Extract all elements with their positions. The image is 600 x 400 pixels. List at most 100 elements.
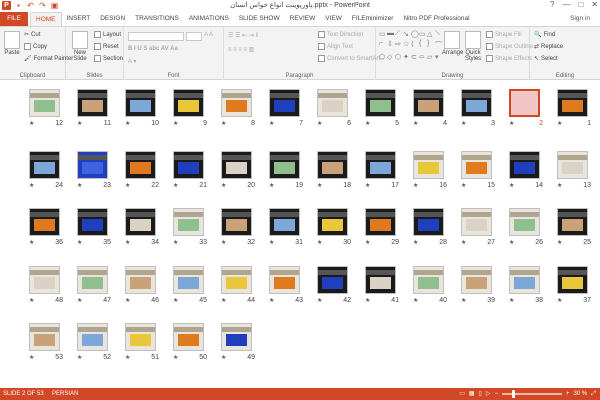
slide-thumbnail[interactable]	[173, 323, 204, 351]
slide-thumbnail[interactable]	[125, 323, 156, 351]
fit-window-icon[interactable]: ⤢	[591, 388, 596, 400]
undo-icon[interactable]: ↶	[26, 1, 35, 10]
transition-star-icon[interactable]: ★	[461, 239, 466, 246]
tab-fileminimizer[interactable]: FILEminimizer	[347, 12, 399, 26]
transition-star-icon[interactable]: ★	[557, 239, 562, 246]
arrange-button[interactable]: Arrange	[442, 31, 463, 56]
zoom-out-button[interactable]: −	[494, 388, 498, 400]
slide-thumbnail[interactable]	[77, 151, 108, 179]
slide-thumbnail[interactable]	[221, 208, 252, 236]
slide-thumbnail[interactable]	[221, 151, 252, 179]
transition-star-icon[interactable]: ★	[29, 239, 34, 246]
tab-animations[interactable]: ANIMATIONS	[184, 12, 234, 26]
slide-thumbnail[interactable]	[317, 151, 348, 179]
transition-star-icon[interactable]: ★	[509, 297, 514, 304]
transition-star-icon[interactable]: ★	[173, 239, 178, 246]
transition-star-icon[interactable]: ★	[173, 297, 178, 304]
slide-thumbnail[interactable]	[461, 266, 492, 294]
quick-styles-button[interactable]: Quick Styles	[463, 31, 483, 62]
transition-star-icon[interactable]: ★	[509, 120, 514, 127]
minimize-button[interactable]: —	[562, 0, 570, 9]
font-color-button[interactable]: A ▾	[128, 58, 136, 65]
transition-star-icon[interactable]: ★	[413, 297, 418, 304]
transition-star-icon[interactable]: ★	[557, 120, 562, 127]
transition-star-icon[interactable]: ★	[269, 297, 274, 304]
slide-thumbnail[interactable]	[269, 208, 300, 236]
slide-thumbnail[interactable]	[29, 266, 60, 294]
tab-insert[interactable]: INSERT	[62, 12, 96, 26]
slide-thumbnail[interactable]	[125, 151, 156, 179]
transition-star-icon[interactable]: ★	[125, 120, 130, 127]
bold-button[interactable]: B I U S abc AV Aa	[128, 46, 178, 52]
redo-icon[interactable]: ↷	[38, 1, 47, 10]
transition-star-icon[interactable]: ★	[221, 354, 226, 361]
transition-star-icon[interactable]: ★	[365, 239, 370, 246]
transition-star-icon[interactable]: ★	[77, 239, 82, 246]
slide-thumbnail[interactable]	[173, 208, 204, 236]
transition-star-icon[interactable]: ★	[221, 239, 226, 246]
zoom-slider-knob[interactable]	[511, 390, 515, 398]
slide-thumbnail[interactable]	[77, 323, 108, 351]
convert-smartart-button[interactable]: Convert to SmartArt	[318, 55, 380, 62]
zoom-level[interactable]: 30 %	[574, 388, 588, 400]
transition-star-icon[interactable]: ★	[221, 182, 226, 189]
slide-thumbnail[interactable]	[29, 208, 60, 236]
slide-thumbnail[interactable]	[125, 208, 156, 236]
replace-button[interactable]: ⇄ Replace	[534, 43, 563, 51]
slide-thumbnail[interactable]	[413, 151, 444, 179]
align-buttons[interactable]: ≡ ≡ ≡ ≡ ▥	[228, 46, 254, 53]
paste-button[interactable]: Paste	[3, 31, 21, 56]
sorter-view-icon[interactable]: ▦	[469, 388, 475, 400]
transition-star-icon[interactable]: ★	[317, 239, 322, 246]
slide-thumbnail[interactable]	[557, 266, 588, 294]
slide-thumbnail[interactable]	[221, 266, 252, 294]
tab-transitions[interactable]: TRANSITIONS	[130, 12, 184, 26]
slide-thumbnail[interactable]	[269, 89, 300, 117]
transition-star-icon[interactable]: ★	[413, 182, 418, 189]
cut-button[interactable]: ✂ Cut	[24, 31, 40, 39]
help-button[interactable]: ?	[550, 0, 554, 9]
transition-star-icon[interactable]: ★	[365, 120, 370, 127]
transition-star-icon[interactable]: ★	[365, 182, 370, 189]
slide-thumbnail[interactable]	[413, 89, 444, 117]
transition-star-icon[interactable]: ★	[173, 120, 178, 127]
find-button[interactable]: 🔍 Find	[534, 31, 555, 39]
tab-design[interactable]: DESIGN	[95, 12, 130, 26]
shape-effects-button[interactable]: Shape Effects	[486, 55, 532, 62]
copy-button[interactable]: Copy	[24, 43, 47, 50]
transition-star-icon[interactable]: ★	[29, 182, 34, 189]
transition-star-icon[interactable]: ★	[125, 354, 130, 361]
reset-button[interactable]: Reset	[94, 43, 119, 50]
transition-star-icon[interactable]: ★	[317, 182, 322, 189]
slide-thumbnail[interactable]	[365, 266, 396, 294]
transition-star-icon[interactable]: ★	[29, 297, 34, 304]
transition-star-icon[interactable]: ★	[269, 182, 274, 189]
select-button[interactable]: ↖ Select	[534, 55, 558, 63]
slide-thumbnail[interactable]	[125, 89, 156, 117]
font-size-combo[interactable]	[186, 32, 202, 41]
transition-star-icon[interactable]: ★	[461, 182, 466, 189]
transition-star-icon[interactable]: ★	[125, 297, 130, 304]
slide-thumbnail[interactable]	[125, 266, 156, 294]
tab-home[interactable]: HOME	[30, 12, 62, 26]
transition-star-icon[interactable]: ★	[125, 239, 130, 246]
zoom-slider[interactable]	[501, 390, 562, 398]
transition-star-icon[interactable]: ★	[413, 120, 418, 127]
slide-thumbnail[interactable]	[221, 89, 252, 117]
shapes-gallery[interactable]: ▭ ▬ ⟋ ↘ ◯ ▭ △ ⟍ ⌐ ⇩ ⇨ ☆ ⟨{} ⌒ ⬠ ◇ ⬡ ✦ ⊂ ⌓ ▱ ▾	[379, 30, 442, 62]
transition-star-icon[interactable]: ★	[557, 182, 562, 189]
transition-star-icon[interactable]: ★	[173, 182, 178, 189]
sign-in-link[interactable]: Sign in	[570, 15, 590, 22]
align-text-button[interactable]: Align Text	[318, 43, 353, 50]
tab-slide-show[interactable]: SLIDE SHOW	[234, 12, 285, 26]
close-button[interactable]: ✕	[591, 0, 598, 9]
tab-nitro-pdf-professional[interactable]: Nitro PDF Professional	[398, 12, 474, 26]
transition-star-icon[interactable]: ★	[77, 354, 82, 361]
transition-star-icon[interactable]: ★	[317, 297, 322, 304]
slide-thumbnail[interactable]	[365, 208, 396, 236]
slide-thumbnail[interactable]	[221, 323, 252, 351]
transition-star-icon[interactable]: ★	[365, 297, 370, 304]
transition-star-icon[interactable]: ★	[29, 354, 34, 361]
slide-thumbnail[interactable]	[413, 208, 444, 236]
transition-star-icon[interactable]: ★	[461, 120, 466, 127]
